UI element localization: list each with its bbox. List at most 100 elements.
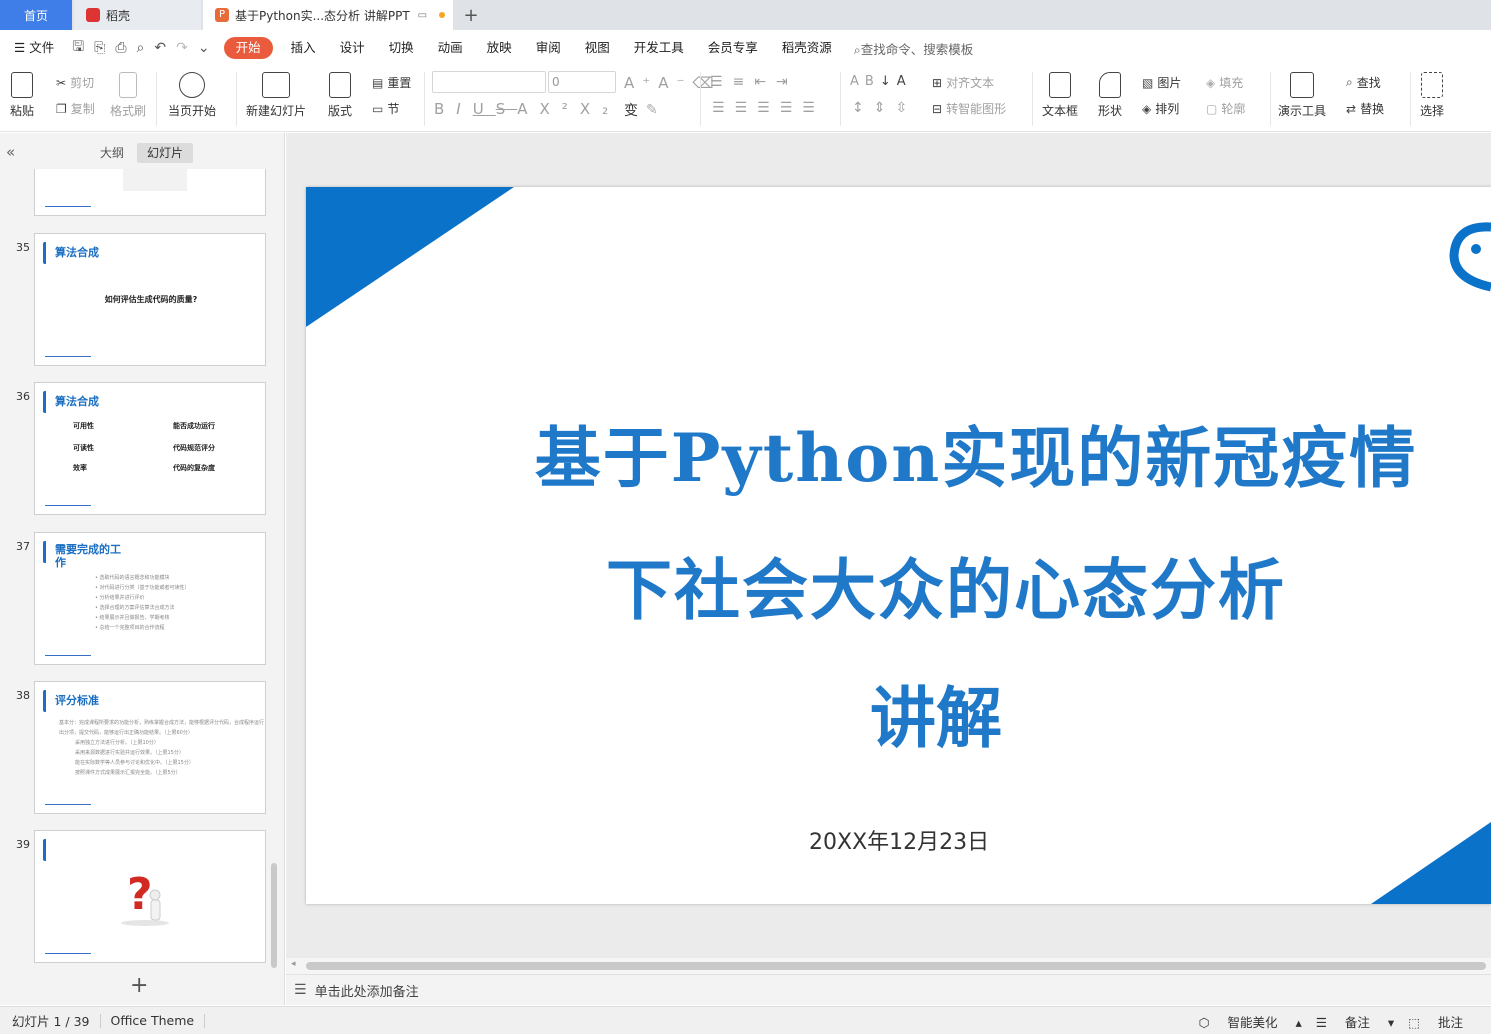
preview-icon[interactable]: ⌕ bbox=[137, 40, 145, 56]
presentation-tools-button[interactable]: 演示工具 bbox=[1278, 72, 1326, 119]
fill-button[interactable]: ◈ 填充 bbox=[1206, 74, 1243, 91]
italic-icon[interactable]: I bbox=[456, 100, 472, 118]
notes-pane[interactable]: ☰ 单击此处添加备注 bbox=[286, 974, 1491, 1005]
replace-button[interactable]: ⇄ 替换 bbox=[1346, 100, 1384, 117]
decrease-indent-icon[interactable]: ⇤ bbox=[754, 74, 776, 90]
collapse-panel-icon[interactable]: « bbox=[6, 143, 15, 161]
align-text-button[interactable]: ⊞ 对齐文本 bbox=[932, 74, 994, 91]
tab-docer[interactable]: 稻壳 bbox=[74, 0, 201, 30]
text-direction-icon[interactable]: AB bbox=[850, 74, 880, 89]
reset-button[interactable]: ▤ 重置 bbox=[372, 74, 411, 91]
menu-tab-transition[interactable]: 切换 bbox=[377, 37, 426, 59]
phonetic-icon[interactable]: 变 bbox=[624, 100, 646, 120]
arrange-button[interactable]: ◈ 排列 bbox=[1142, 100, 1179, 117]
select-button[interactable]: 选择 bbox=[1420, 72, 1444, 119]
thumbnail-footer-line bbox=[45, 655, 91, 656]
menu-tab-design[interactable]: 设计 bbox=[328, 37, 377, 59]
sort-icon[interactable]: ↓A bbox=[880, 74, 912, 89]
slide-thumbnail[interactable]: 需要完成的工作 • 选取代码的语言概念和功能模块 • 对代码进行分类（基于功能或… bbox=[34, 532, 266, 665]
format-painter-button[interactable]: 格式刷 bbox=[110, 72, 146, 119]
menu-tab-insert[interactable]: 插入 bbox=[279, 37, 328, 59]
slide-thumbnail[interactable]: 算法合成 可用性 能否成功运行 可读性 代码规范评分 效率 代码的复杂度 bbox=[34, 382, 266, 515]
strikethrough-icon[interactable]: S bbox=[496, 100, 518, 118]
tab-document[interactable]: P 基于Python实...态分析 讲解PPT ▭ bbox=[203, 0, 453, 30]
align-buttons: ☰ ☰ ☰ ☰ ☰ bbox=[712, 100, 825, 116]
menu-tab-slideshow[interactable]: 放映 bbox=[475, 37, 524, 59]
slide-thumbnail[interactable]: 算法合成 如何评估生成代码的质量? bbox=[34, 233, 266, 366]
spacing-more-icon[interactable]: ⇳ bbox=[895, 100, 917, 116]
distribute-icon[interactable]: ☰ bbox=[802, 100, 825, 116]
find-button[interactable]: ⌕ 查找 bbox=[1346, 74, 1381, 91]
section-button[interactable]: ▭ 节 bbox=[372, 100, 399, 117]
outline-button[interactable]: ▢ 轮廓 bbox=[1206, 100, 1245, 117]
comments-button[interactable]: ⬚ 批注 bbox=[1408, 1012, 1477, 1031]
section-icon: ▭ bbox=[372, 101, 384, 116]
find-label: 查找 bbox=[1356, 76, 1381, 90]
horizontal-scrollbar[interactable]: ◂ bbox=[286, 958, 1491, 974]
font-color-icon[interactable]: A bbox=[517, 100, 539, 118]
copy-label: 复制 bbox=[70, 102, 95, 116]
align-center-icon[interactable]: ☰ bbox=[735, 100, 758, 116]
current-slide[interactable]: 基于Python实现的新冠疫情 下社会大众的心态分析 讲解 20XX年12月23… bbox=[306, 187, 1491, 904]
add-slide-button[interactable]: + bbox=[130, 973, 148, 998]
menu-tab-docer-resources[interactable]: 稻壳资源 bbox=[770, 37, 844, 59]
grow-font-icon[interactable]: A⁺ bbox=[624, 74, 658, 92]
notes-toggle-button[interactable]: ☰ 备注 ▾ bbox=[1316, 1012, 1394, 1031]
menu-tab-animation[interactable]: 动画 bbox=[426, 37, 475, 59]
save-icon[interactable]: 🖫 bbox=[72, 36, 84, 60]
slide-number: 38 bbox=[16, 689, 30, 702]
bold-icon[interactable]: B bbox=[434, 100, 456, 118]
slide-thumbnail[interactable]: ? bbox=[34, 830, 266, 963]
export-icon[interactable]: ⎘ bbox=[94, 40, 105, 56]
play-from-current-button[interactable]: 当页开始 bbox=[168, 72, 216, 119]
numbered-list-icon[interactable]: ≡ bbox=[733, 74, 755, 90]
tab-outline[interactable]: 大纲 bbox=[90, 143, 134, 163]
panel-scrollbar[interactable] bbox=[271, 863, 277, 968]
menu-tab-review[interactable]: 审阅 bbox=[524, 37, 573, 59]
menu-tab-home[interactable]: 开始 bbox=[223, 37, 273, 59]
line-spacing-icon[interactable]: ↕ bbox=[852, 100, 874, 116]
increase-indent-icon[interactable]: ⇥ bbox=[776, 74, 798, 90]
slide-thumbnail[interactable] bbox=[34, 169, 266, 216]
scrollbar-thumb[interactable] bbox=[306, 962, 1486, 970]
hamburger-icon: ☰ bbox=[14, 40, 30, 55]
more-chevron-icon[interactable]: ⌄ bbox=[198, 40, 210, 56]
menu-tab-developer[interactable]: 开发工具 bbox=[622, 37, 696, 59]
paste-button[interactable]: 粘贴 bbox=[10, 72, 34, 119]
superscript-icon[interactable]: X² bbox=[540, 100, 580, 118]
menu-tab-member[interactable]: 会员专享 bbox=[696, 37, 770, 59]
menu-tab-view[interactable]: 视图 bbox=[573, 37, 622, 59]
picture-button[interactable]: ▧ 图片 bbox=[1142, 74, 1181, 91]
bullet-list-icon[interactable]: ☰ bbox=[710, 74, 733, 90]
slide-thumbnail[interactable]: 评分标准 基本分：完成课程所要求的功能分析，熟练掌握合成方法，能够根据评分代码，… bbox=[34, 681, 266, 814]
smart-beautify-button[interactable]: ⬡ 智能美化 ▴ bbox=[1199, 1012, 1302, 1031]
cut-button[interactable]: ✂ 剪切 bbox=[56, 74, 94, 91]
align-left-icon[interactable]: ☰ bbox=[712, 100, 735, 116]
highlight-icon[interactable]: ✎ bbox=[646, 102, 666, 118]
subscript-icon[interactable]: X₂ bbox=[580, 100, 620, 118]
text-box-button[interactable]: 文本框 bbox=[1042, 72, 1078, 119]
file-menu[interactable]: ☰ 文件 bbox=[0, 37, 66, 59]
shrink-font-icon[interactable]: A⁻ bbox=[658, 74, 692, 92]
undo-icon[interactable]: ↶ bbox=[154, 40, 166, 56]
tab-slides[interactable]: 幻灯片 bbox=[137, 143, 194, 163]
monitor-icon[interactable]: ▭ bbox=[418, 10, 427, 21]
paragraph-spacing-icon[interactable]: ⇕ bbox=[874, 100, 896, 116]
font-family-select[interactable] bbox=[432, 71, 546, 93]
new-tab-button[interactable]: + bbox=[460, 0, 482, 30]
underline-icon[interactable]: U bbox=[473, 100, 496, 118]
command-search[interactable]: ⌕查找命令、搜索模板 bbox=[854, 39, 974, 58]
new-slide-button[interactable]: 新建幻灯片 bbox=[246, 72, 306, 119]
align-right-icon[interactable]: ☰ bbox=[757, 100, 780, 116]
font-size-select[interactable]: 0 bbox=[548, 71, 616, 93]
shape-button[interactable]: 形状 bbox=[1098, 72, 1122, 119]
copy-button[interactable]: ❐ 复制 bbox=[56, 100, 95, 117]
print-icon[interactable]: ⎙ bbox=[115, 40, 126, 56]
smart-shape-button[interactable]: ⊟ 转智能图形 bbox=[932, 100, 1006, 117]
redo-icon[interactable]: ↷ bbox=[176, 40, 188, 56]
scroll-left-arrow-icon[interactable]: ◂ bbox=[291, 959, 296, 969]
layout-button[interactable]: 版式 bbox=[328, 72, 352, 119]
thumbnail-title: 算法合成 bbox=[55, 246, 99, 259]
justify-icon[interactable]: ☰ bbox=[780, 100, 803, 116]
tab-home[interactable]: 首页 bbox=[0, 0, 72, 30]
